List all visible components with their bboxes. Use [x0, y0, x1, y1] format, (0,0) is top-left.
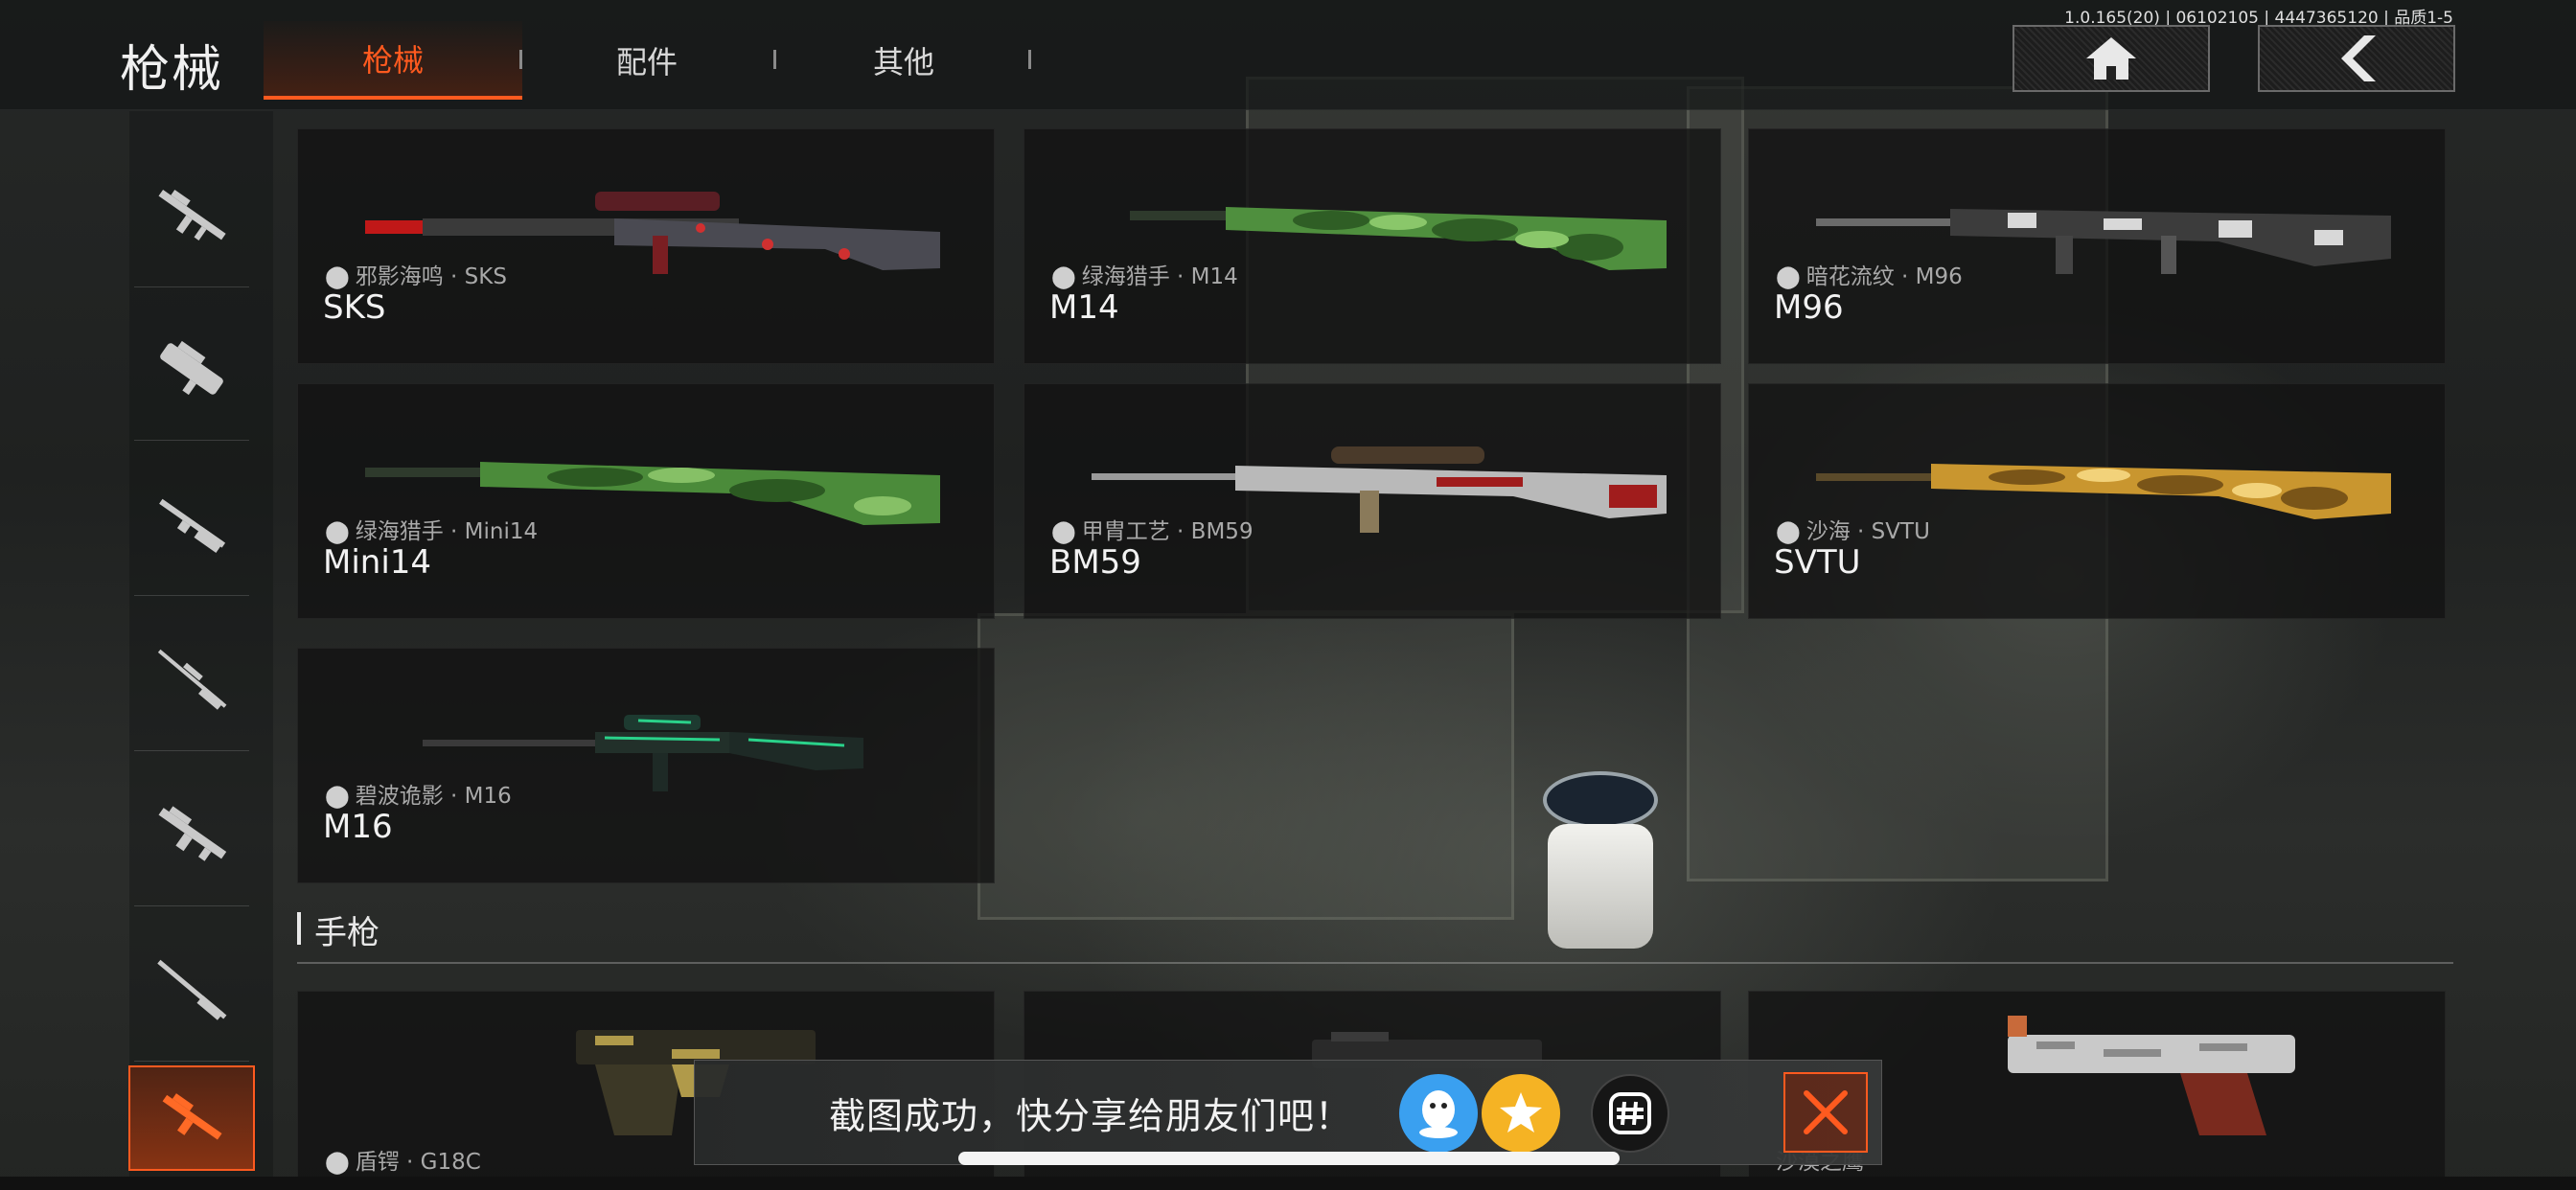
tag-icon: ⬤: [325, 264, 350, 289]
weapon-name: Mini14: [323, 543, 432, 582]
marksman-rifle-icon: [157, 959, 227, 1020]
weapon-name: BM59: [1049, 543, 1141, 582]
smg-icon: [160, 340, 223, 395]
weapon-name: M16: [323, 808, 393, 846]
tag-icon: ⬤: [325, 784, 350, 809]
sniper-rifle-icon: [157, 649, 227, 710]
back-arrow-icon: [2341, 35, 2376, 81]
weapon-card-m14[interactable]: ⬤ 绿海猎手 · M14 M14: [1024, 128, 1721, 364]
home-icon: [2086, 37, 2136, 80]
weapon-card-m16[interactable]: ⬤ 碧波诡影 · M16 M16: [297, 648, 995, 883]
weapon-card-m96[interactable]: ⬤ 暗花流纹 · M96 M96: [1748, 128, 2446, 364]
weapon-card-bm59[interactable]: ⬤ 甲胄工艺 · BM59 BM59: [1024, 383, 1721, 619]
top-header: 枪械 枪械 配件 其他 1.0.165(20) | 06102105 | 444…: [0, 0, 2576, 110]
weapon-name: M96: [1774, 288, 1844, 327]
sidebar-item-sniper[interactable]: [134, 607, 249, 751]
skin-label: ⬤ 甲胄工艺 · BM59: [1051, 519, 1254, 544]
qzone-star-icon: [1500, 1092, 1542, 1133]
tag-icon: ⬤: [1051, 264, 1076, 289]
assault-rifle-icon: [158, 189, 226, 240]
share-qzone-button[interactable]: [1482, 1074, 1560, 1153]
tag-icon: ⬤: [1051, 519, 1076, 544]
page-title: 枪械: [120, 41, 224, 99]
skin-label: ⬤ 绿海猎手 · M14: [1051, 264, 1238, 289]
skin-label: ⬤ 沙海 · SVTU: [1776, 519, 1930, 544]
qq-icon: [1419, 1090, 1458, 1138]
tab-guns[interactable]: 枪械: [264, 21, 522, 100]
share-qq-button[interactable]: [1399, 1074, 1478, 1153]
toast-close-button[interactable]: [1783, 1072, 1868, 1153]
tag-icon: ⬤: [1776, 519, 1801, 544]
light-machine-gun-icon: [158, 805, 227, 861]
sidebar-item-assault-rifle[interactable]: [134, 144, 249, 287]
sidebar-item-marksman[interactable]: [134, 918, 249, 1062]
close-icon: [1804, 1090, 1848, 1134]
bottom-strip: [0, 1177, 2576, 1190]
background-lantern: [1543, 771, 1658, 829]
background-crate: [978, 613, 1514, 920]
back-button[interactable]: [2258, 25, 2455, 92]
weapon-card-mini14[interactable]: ⬤ 绿海猎手 · Mini14 Mini14: [297, 383, 995, 619]
section-marker: [297, 912, 301, 945]
wechat-moments-icon: [1609, 1092, 1651, 1134]
weapon-category-sidebar: [125, 144, 259, 1190]
toast-message: 截图成功，快分享给朋友们吧！: [829, 1095, 1353, 1137]
weapon-name: SKS: [323, 288, 386, 327]
screenshot-share-toast: 截图成功，快分享给朋友们吧！: [694, 1060, 1882, 1165]
tab-divider: [1028, 50, 1031, 69]
weapon-card-svtu[interactable]: ⬤ 沙海 · SVTU SVTU: [1748, 383, 2446, 619]
sidebar-item-lmg[interactable]: [134, 763, 249, 906]
section-header: 手枪: [297, 906, 2453, 964]
section-title: 手枪: [314, 914, 380, 952]
tab-other[interactable]: 其他: [774, 21, 1033, 100]
sidebar-item-smg[interactable]: [134, 297, 249, 441]
skin-label: ⬤ 邪影海鸣 · SKS: [325, 264, 507, 289]
weapon-name: SVTU: [1774, 543, 1861, 582]
skin-label: ⬤ 绿海猎手 · Mini14: [325, 519, 539, 544]
shotgun-icon: [159, 498, 226, 553]
home-button[interactable]: [2012, 25, 2210, 92]
tag-icon: ⬤: [1776, 264, 1801, 289]
skin-label: ⬤ 暗花流纹 · M96: [1776, 264, 1963, 289]
tab-attachments[interactable]: 配件: [518, 21, 776, 100]
sidebar-item-shotgun[interactable]: [134, 452, 249, 596]
tag-icon: ⬤: [325, 519, 350, 544]
tag-icon: ⬤: [325, 1150, 350, 1175]
weapon-name: M14: [1049, 288, 1119, 327]
home-indicator[interactable]: [958, 1152, 1620, 1165]
skin-label: ⬤ 碧波诡影 · M16: [325, 784, 512, 809]
pistol-category-icon: [162, 1093, 222, 1140]
share-moments-button[interactable]: [1591, 1074, 1669, 1153]
desert-eagle-image: [2008, 1016, 2295, 1135]
weapon-card-sks[interactable]: ⬤ 邪影海鸣 · SKS SKS: [297, 128, 995, 364]
skin-label: ⬤ 盾锷 · G18C: [325, 1150, 481, 1175]
sidebar-item-active[interactable]: [128, 1065, 255, 1171]
